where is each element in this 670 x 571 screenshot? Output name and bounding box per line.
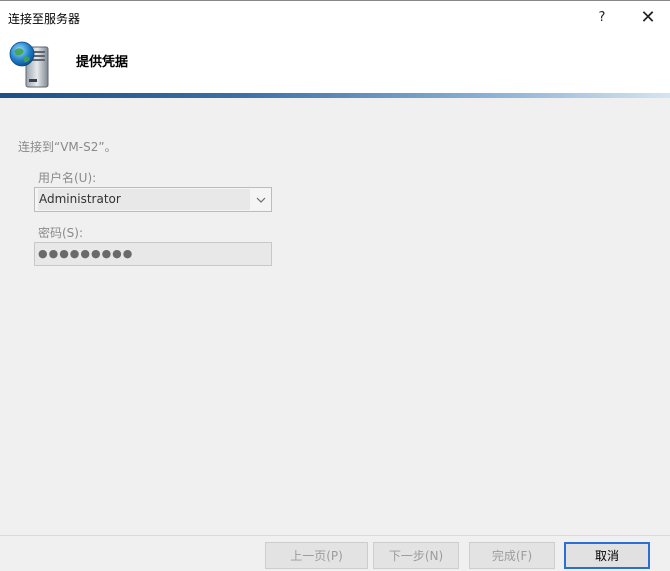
wizard-header: 提供凭据 (0, 33, 670, 93)
username-combobox[interactable]: Administrator (34, 187, 272, 212)
title-bar: 连接至服务器 ? ✕ (0, 1, 670, 33)
username-value[interactable]: Administrator (38, 189, 250, 210)
finish-button[interactable]: 完成(F) (469, 542, 555, 569)
window-title: 连接至服务器 (8, 12, 81, 26)
password-label: 密码(S): (38, 226, 84, 240)
previous-button[interactable]: 上一页(P) (265, 542, 368, 569)
connect-target-text: 连接到“VM-S2”。 (18, 140, 117, 154)
wizard-footer: 上一页(P) 下一步(N) 完成(F) 取消 (0, 535, 670, 571)
close-button[interactable]: ✕ (626, 3, 670, 31)
chevron-down-icon[interactable] (253, 191, 269, 208)
cancel-button[interactable]: 取消 (564, 542, 650, 569)
connect-to-server-dialog: 连接至服务器 ? ✕ 提供凭据 连接到“VM-S2”。 用户名(U): Admi… (0, 0, 670, 571)
page-title: 提供凭据 (76, 55, 129, 70)
next-button[interactable]: 下一步(N) (373, 542, 459, 569)
password-field[interactable]: ●●●●●●●●● (34, 242, 272, 266)
username-label: 用户名(U): (38, 171, 97, 185)
help-button[interactable]: ? (580, 3, 624, 31)
credentials-panel: 连接到“VM-S2”。 用户名(U): Administrator 密码(S):… (0, 98, 670, 535)
server-globe-icon (9, 41, 49, 88)
